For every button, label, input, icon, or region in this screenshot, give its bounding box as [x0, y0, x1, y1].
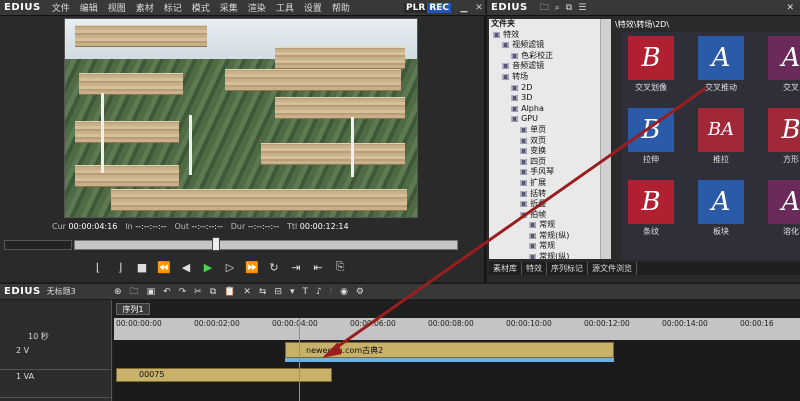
annotation-arrow: [322, 86, 707, 358]
